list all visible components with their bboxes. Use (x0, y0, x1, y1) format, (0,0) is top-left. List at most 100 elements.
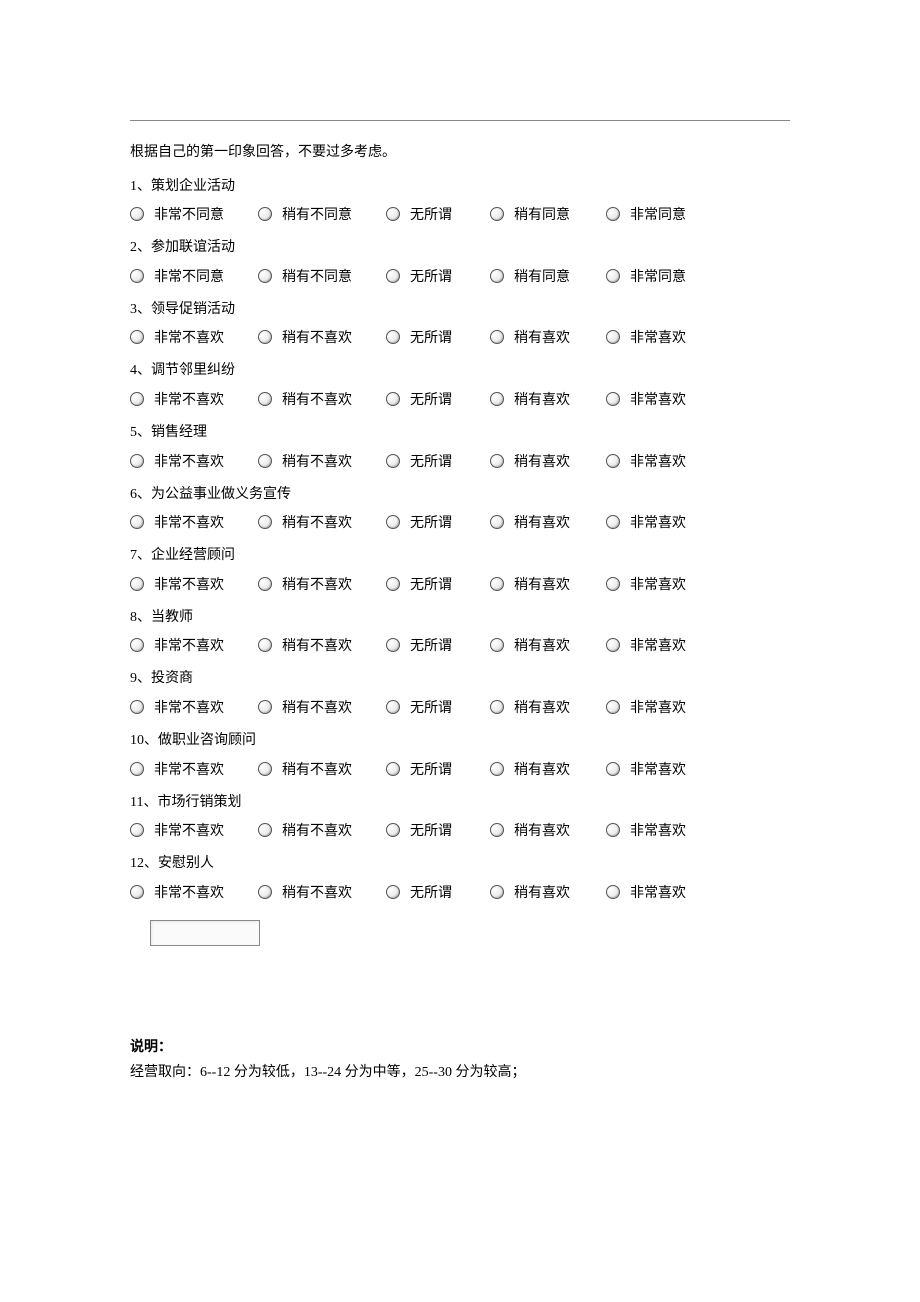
radio-icon[interactable] (258, 577, 272, 591)
explanation-text: 经营取向：6--12 分为较低，13--24 分为中等，25--30 分为较高； (130, 1062, 790, 1084)
radio-icon[interactable] (386, 762, 400, 776)
radio-icon[interactable] (490, 454, 504, 468)
option-label: 非常喜欢 (630, 512, 714, 532)
radio-icon[interactable] (490, 269, 504, 283)
radio-icon[interactable] (258, 207, 272, 221)
option: 稍有喜欢 (490, 820, 598, 840)
option: 非常不喜欢 (130, 820, 250, 840)
radio-icon[interactable] (386, 823, 400, 837)
radio-icon[interactable] (258, 330, 272, 344)
result-input[interactable] (150, 920, 260, 946)
radio-icon[interactable] (130, 330, 144, 344)
radio-icon[interactable] (258, 392, 272, 406)
radio-icon[interactable] (386, 577, 400, 591)
radio-icon[interactable] (258, 700, 272, 714)
radio-icon[interactable] (490, 885, 504, 899)
option: 非常喜欢 (606, 759, 714, 779)
radio-icon[interactable] (490, 207, 504, 221)
radio-icon[interactable] (386, 392, 400, 406)
radio-icon[interactable] (606, 269, 620, 283)
radio-icon[interactable] (606, 762, 620, 776)
option-label: 非常不喜欢 (154, 451, 250, 471)
radio-icon[interactable] (258, 638, 272, 652)
radio-icon[interactable] (130, 885, 144, 899)
radio-icon[interactable] (130, 515, 144, 529)
option: 非常喜欢 (606, 820, 714, 840)
radio-icon[interactable] (606, 330, 620, 344)
radio-icon[interactable] (258, 823, 272, 837)
radio-icon[interactable] (386, 885, 400, 899)
option: 稍有不喜欢 (258, 882, 378, 902)
radio-icon[interactable] (386, 207, 400, 221)
radio-icon[interactable] (130, 823, 144, 837)
explanation-title: 说明： (130, 1036, 790, 1056)
radio-icon[interactable] (490, 392, 504, 406)
radio-icon[interactable] (490, 638, 504, 652)
options-row: 非常不喜欢稍有不喜欢无所谓稍有喜欢非常喜欢 (130, 820, 790, 840)
radio-icon[interactable] (606, 638, 620, 652)
question-text: 1、策划企业活动 (130, 177, 790, 197)
radio-icon[interactable] (386, 700, 400, 714)
option: 非常同意 (606, 266, 714, 286)
radio-icon[interactable] (606, 515, 620, 529)
option-label: 稍有喜欢 (514, 882, 598, 902)
radio-icon[interactable] (606, 823, 620, 837)
option: 稍有不喜欢 (258, 635, 378, 655)
radio-icon[interactable] (130, 638, 144, 652)
horizontal-rule (130, 120, 790, 121)
radio-icon[interactable] (490, 577, 504, 591)
radio-icon[interactable] (386, 638, 400, 652)
radio-icon[interactable] (606, 454, 620, 468)
radio-icon[interactable] (386, 330, 400, 344)
radio-icon[interactable] (606, 577, 620, 591)
options-row: 非常不喜欢稍有不喜欢无所谓稍有喜欢非常喜欢 (130, 327, 790, 347)
radio-icon[interactable] (258, 515, 272, 529)
option: 稍有不喜欢 (258, 574, 378, 594)
radio-icon[interactable] (130, 762, 144, 776)
option-label: 非常喜欢 (630, 451, 714, 471)
option: 无所谓 (386, 697, 482, 717)
option-label: 无所谓 (410, 266, 482, 286)
radio-icon[interactable] (258, 269, 272, 283)
option-label: 无所谓 (410, 204, 482, 224)
option-label: 非常喜欢 (630, 759, 714, 779)
option-label: 稍有不喜欢 (282, 327, 378, 347)
option-label: 稍有同意 (514, 204, 598, 224)
instruction-text: 根据自己的第一印象回答，不要过多考虑。 (130, 143, 790, 163)
option: 非常喜欢 (606, 389, 714, 409)
radio-icon[interactable] (386, 269, 400, 283)
option: 非常喜欢 (606, 635, 714, 655)
radio-icon[interactable] (606, 700, 620, 714)
radio-icon[interactable] (606, 207, 620, 221)
radio-icon[interactable] (606, 392, 620, 406)
option-label: 稍有不喜欢 (282, 635, 378, 655)
option: 无所谓 (386, 882, 482, 902)
radio-icon[interactable] (490, 515, 504, 529)
radio-icon[interactable] (490, 330, 504, 344)
option-label: 稍有不喜欢 (282, 574, 378, 594)
radio-icon[interactable] (386, 454, 400, 468)
option-label: 稍有不喜欢 (282, 759, 378, 779)
radio-icon[interactable] (130, 700, 144, 714)
radio-icon[interactable] (130, 207, 144, 221)
radio-icon[interactable] (258, 885, 272, 899)
option-label: 非常喜欢 (630, 882, 714, 902)
radio-icon[interactable] (258, 454, 272, 468)
radio-icon[interactable] (490, 823, 504, 837)
radio-icon[interactable] (386, 515, 400, 529)
option-label: 稍有不喜欢 (282, 512, 378, 532)
radio-icon[interactable] (130, 269, 144, 283)
option: 稍有喜欢 (490, 389, 598, 409)
radio-icon[interactable] (130, 392, 144, 406)
radio-icon[interactable] (490, 700, 504, 714)
radio-icon[interactable] (258, 762, 272, 776)
option-label: 稍有喜欢 (514, 451, 598, 471)
radio-icon[interactable] (606, 885, 620, 899)
radio-icon[interactable] (130, 454, 144, 468)
option: 非常不喜欢 (130, 635, 250, 655)
radio-icon[interactable] (490, 762, 504, 776)
radio-icon[interactable] (130, 577, 144, 591)
options-row: 非常不喜欢稍有不喜欢无所谓稍有喜欢非常喜欢 (130, 882, 790, 902)
question-text: 6、为公益事业做义务宣传 (130, 485, 790, 505)
options-row: 非常不喜欢稍有不喜欢无所谓稍有喜欢非常喜欢 (130, 389, 790, 409)
